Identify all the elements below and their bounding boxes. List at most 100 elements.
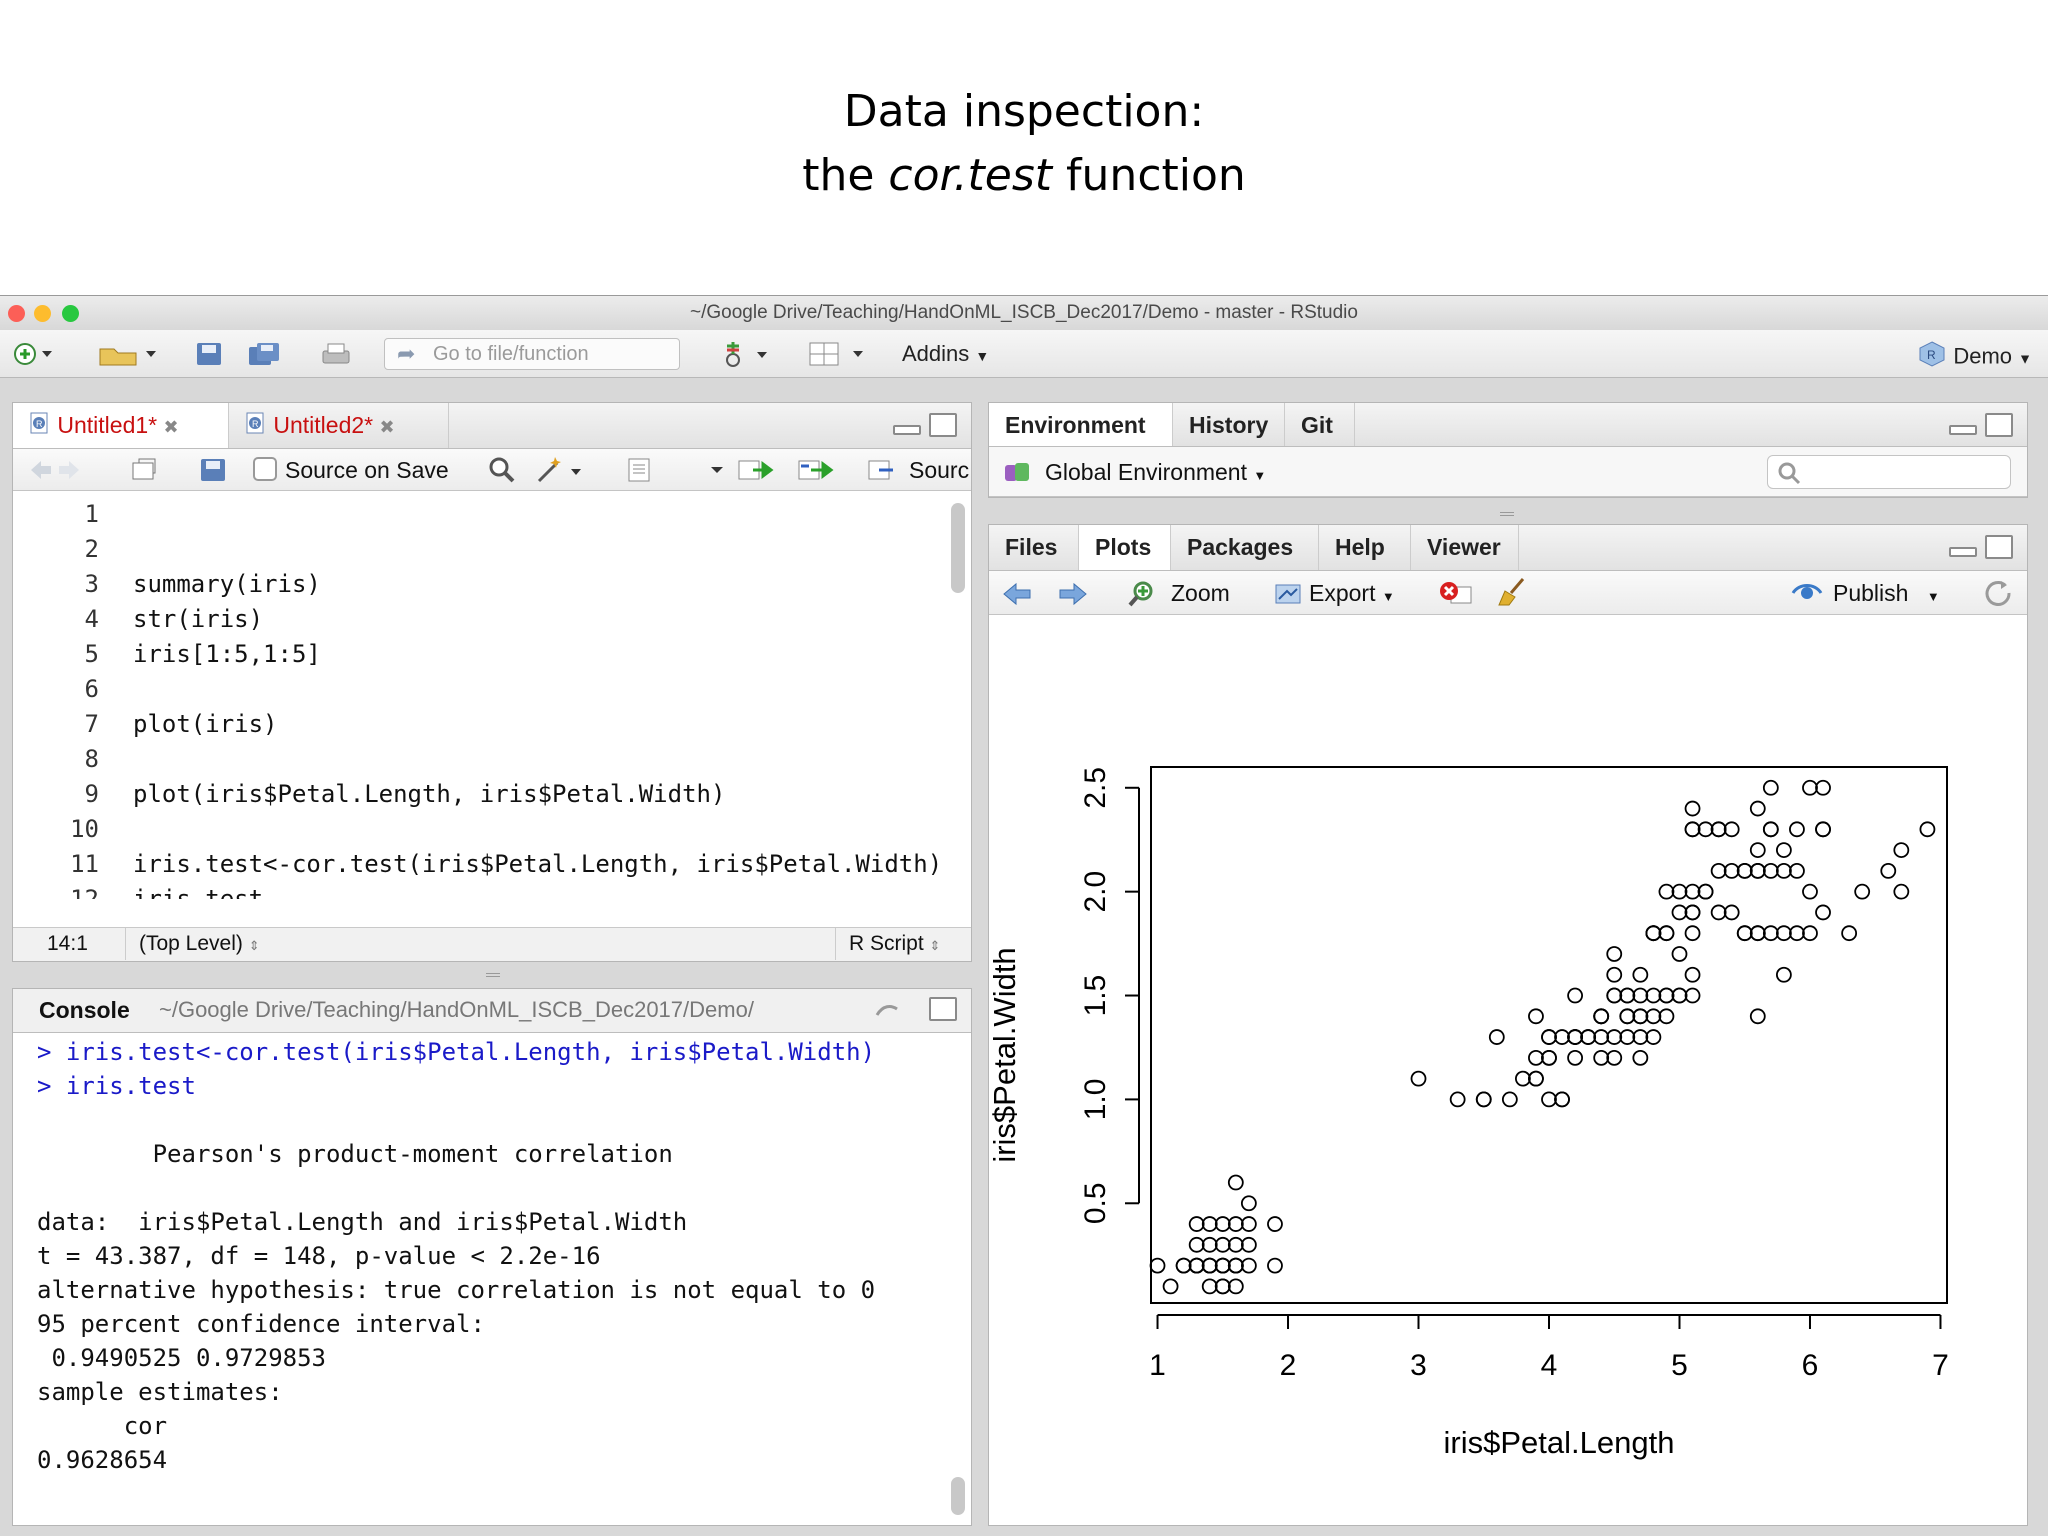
next-plot-icon[interactable] [1055, 581, 1089, 612]
code-line[interactable]: 10 [13, 812, 943, 847]
save-icon[interactable] [199, 457, 227, 488]
new-file-icon[interactable] [8, 340, 56, 368]
previous-plot-icon[interactable] [1001, 581, 1035, 612]
plots-minmax-buttons[interactable] [1949, 535, 2013, 561]
remove-plot-icon[interactable] [1437, 579, 1477, 612]
data-point [1528, 1070, 1544, 1087]
data-point [1632, 966, 1649, 983]
goto-file-function-input[interactable]: ➦ Go to file/function [384, 338, 680, 370]
file-type-selector[interactable]: R Script ⇕ [849, 928, 940, 961]
zoom-button[interactable]: Zoom [1171, 577, 1230, 609]
code-line[interactable]: 1 [13, 497, 943, 532]
minimize-pane-icon[interactable] [1949, 425, 1977, 435]
save-all-icon[interactable] [246, 340, 284, 368]
version-control-icon[interactable] [716, 340, 776, 368]
pane-layout-icon[interactable] [806, 340, 870, 368]
console-header: Console ~/Google Drive/Teaching/HandOnML… [13, 989, 971, 1033]
source-button-label[interactable]: Sourc [909, 455, 969, 485]
line-number: 11 [70, 850, 99, 878]
code-line[interactable]: 6 [13, 672, 943, 707]
code-line[interactable]: 12 iris.test [13, 882, 943, 899]
close-tab-icon[interactable]: ✖ [380, 417, 395, 437]
project-label: Demo [1953, 343, 2013, 369]
compile-report-icon[interactable] [625, 457, 655, 488]
tab-history[interactable]: History [1173, 403, 1285, 446]
code-tools-wand-icon[interactable] [535, 455, 585, 490]
env-search-input[interactable] [1767, 455, 2011, 489]
tab-help[interactable]: Help [1319, 525, 1411, 570]
editor-scrollbar[interactable] [951, 503, 965, 593]
data-point [1541, 1029, 1557, 1045]
run-line-icon[interactable] [737, 457, 781, 488]
scope-selector[interactable]: (Top Level) ⇕ [139, 928, 260, 961]
minimize-pane-icon[interactable] [1949, 547, 1977, 557]
data-point [1684, 800, 1701, 817]
data-point [1214, 1236, 1231, 1253]
console-output[interactable]: > iris.test<-cor.test(iris$Petal.Length,… [13, 1035, 953, 1523]
pane-splitter-handle[interactable] [1500, 512, 1514, 516]
env-minmax-buttons[interactable] [1949, 413, 2013, 439]
source-on-save-checkbox[interactable] [253, 457, 277, 481]
search-icon[interactable] [487, 455, 517, 490]
project-menu[interactable]: R Demo ▼ [1917, 340, 2032, 375]
code-editor[interactable]: 1 2 3 summary(iris) 4 str(iris) 5 iris[1:5,1:5]… [13, 497, 943, 899]
data-point [1723, 862, 1740, 879]
editor-minmax-buttons[interactable] [893, 413, 957, 439]
clear-plots-broom-icon[interactable] [1497, 577, 1531, 612]
refresh-icon[interactable] [1983, 579, 2015, 612]
back-arrow-icon[interactable] [27, 457, 83, 488]
source-icon[interactable] [865, 457, 901, 488]
tab-untitled2[interactable]: R Untitled2* ✖ [229, 403, 449, 448]
tab-plots[interactable]: Plots [1079, 525, 1171, 570]
pane-splitter-handle[interactable] [486, 973, 500, 977]
export-icon[interactable] [1273, 579, 1305, 612]
code-line[interactable]: 9 plot(iris$Petal.Length, iris$Petal.Widt… [13, 777, 943, 812]
tab-viewer[interactable]: Viewer [1411, 525, 1519, 570]
code-line[interactable]: 2 [13, 532, 943, 567]
y-tick-label: 2.0 [1079, 871, 1112, 913]
tab-packages[interactable]: Packages [1171, 525, 1319, 570]
maximize-pane-icon[interactable] [929, 997, 957, 1021]
console-minmax-buttons[interactable] [893, 997, 957, 1023]
maximize-pane-icon[interactable] [1985, 535, 2013, 559]
addins-menu[interactable]: Addins ▼ [902, 340, 989, 370]
open-folder-icon[interactable] [94, 340, 164, 368]
minimize-window-button[interactable] [34, 305, 51, 322]
console-path[interactable]: ~/Google Drive/Teaching/HandOnML_ISCB_De… [159, 989, 754, 1031]
code-line[interactable]: 8 [13, 742, 943, 777]
publish-icon[interactable] [1789, 579, 1825, 612]
tab-environment[interactable]: Environment [989, 403, 1173, 446]
data-point [1528, 1049, 1544, 1066]
tab-files[interactable]: Files [989, 525, 1079, 570]
data-point [1762, 779, 1779, 796]
console-scrollbar[interactable] [951, 1477, 965, 1515]
data-point [1632, 1008, 1649, 1025]
tab-git[interactable]: Git [1285, 403, 1355, 446]
data-point [1593, 1008, 1610, 1025]
show-in-window-icon[interactable] [129, 457, 159, 488]
export-menu[interactable]: Export ▼ [1309, 577, 1395, 613]
zoom-window-button[interactable] [62, 305, 79, 322]
chevron-down-icon[interactable] [707, 459, 727, 484]
rerun-icon[interactable] [797, 457, 841, 488]
publish-menu[interactable]: Publish ▼ [1833, 577, 1940, 613]
tab-label: Environment [1005, 412, 1146, 438]
code-line[interactable]: 7 plot(iris) [13, 707, 943, 742]
env-select[interactable]: Global Environment ▼ [1045, 455, 1266, 493]
data-point [1619, 1029, 1636, 1045]
close-window-button[interactable] [8, 305, 25, 322]
save-icon[interactable] [192, 340, 226, 368]
code-line[interactable]: 11 iris.test<-cor.test(iris$Petal.Length,… [13, 847, 943, 882]
zoom-icon[interactable] [1127, 579, 1157, 614]
code-line[interactable]: 3 summary(iris) [13, 567, 943, 602]
code-text: plot(iris) [133, 710, 278, 738]
print-icon[interactable] [318, 340, 354, 368]
maximize-pane-icon[interactable] [1985, 413, 2013, 437]
code-line[interactable]: 5 iris[1:5,1:5] [13, 637, 943, 672]
minimize-pane-icon[interactable] [893, 425, 921, 435]
close-tab-icon[interactable]: ✖ [164, 417, 179, 437]
data-point [1645, 925, 1662, 942]
tab-untitled1[interactable]: R Untitled1* ✖ [13, 403, 229, 448]
code-line[interactable]: 4 str(iris) [13, 602, 943, 637]
maximize-pane-icon[interactable] [929, 413, 957, 437]
